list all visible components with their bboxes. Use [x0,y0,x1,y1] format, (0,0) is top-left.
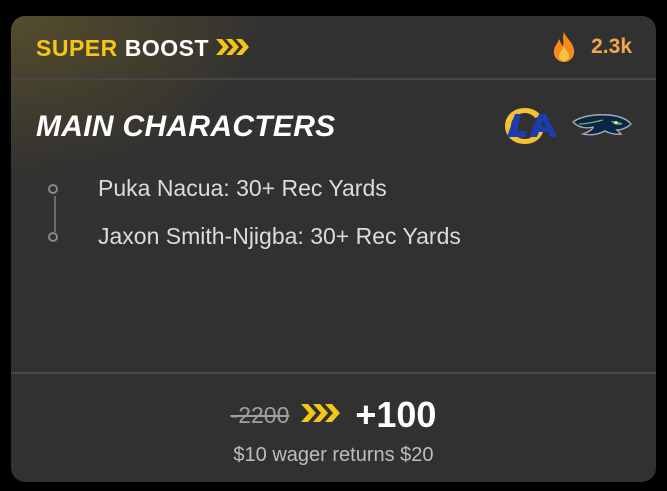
wager-returns-text: $10 wager returns $20 [233,444,434,466]
seahawks-logo [571,112,633,140]
parlay-leg: Puka Nacua: 30+ Rec Yards [39,168,639,232]
boost-word-text: BOOST [124,35,210,61]
super-boost-card[interactable]: SUPER BOOST 2.3k MAIN CHARACTERS Puka Na… [11,16,656,482]
triple-chevron-right-icon [216,35,250,62]
boosted-odds: +100 [355,394,437,435]
leg-label: Jaxon Smith-Njigba: 30+ Rec Yards [98,223,461,249]
super-boost-label: SUPER BOOST [36,35,250,62]
rams-logo [503,104,561,148]
leg-marker [48,232,58,242]
card-header: SUPER BOOST 2.3k [11,16,656,80]
odds-footer[interactable]: -2200 +100 $10 wager returns $20 [11,372,656,482]
parlay-legs: Puka Nacua: 30+ Rec Yards Jaxon Smith-Nj… [39,168,639,264]
popularity-indicator: 2.3k [551,31,632,63]
triple-chevron-right-icon [301,403,341,428]
odds-row[interactable]: -2200 +100 [11,394,656,436]
flame-icon [551,31,577,63]
leg-marker [48,184,58,194]
leg-label: Puka Nacua: 30+ Rec Yards [98,175,387,201]
parlay-leg: Jaxon Smith-Njigba: 30+ Rec Yards [39,216,639,264]
parlay-title: MAIN CHARACTERS [36,110,336,143]
original-odds: -2200 [230,401,290,428]
boost-super-text: SUPER [36,35,118,61]
popularity-count: 2.3k [591,35,632,58]
